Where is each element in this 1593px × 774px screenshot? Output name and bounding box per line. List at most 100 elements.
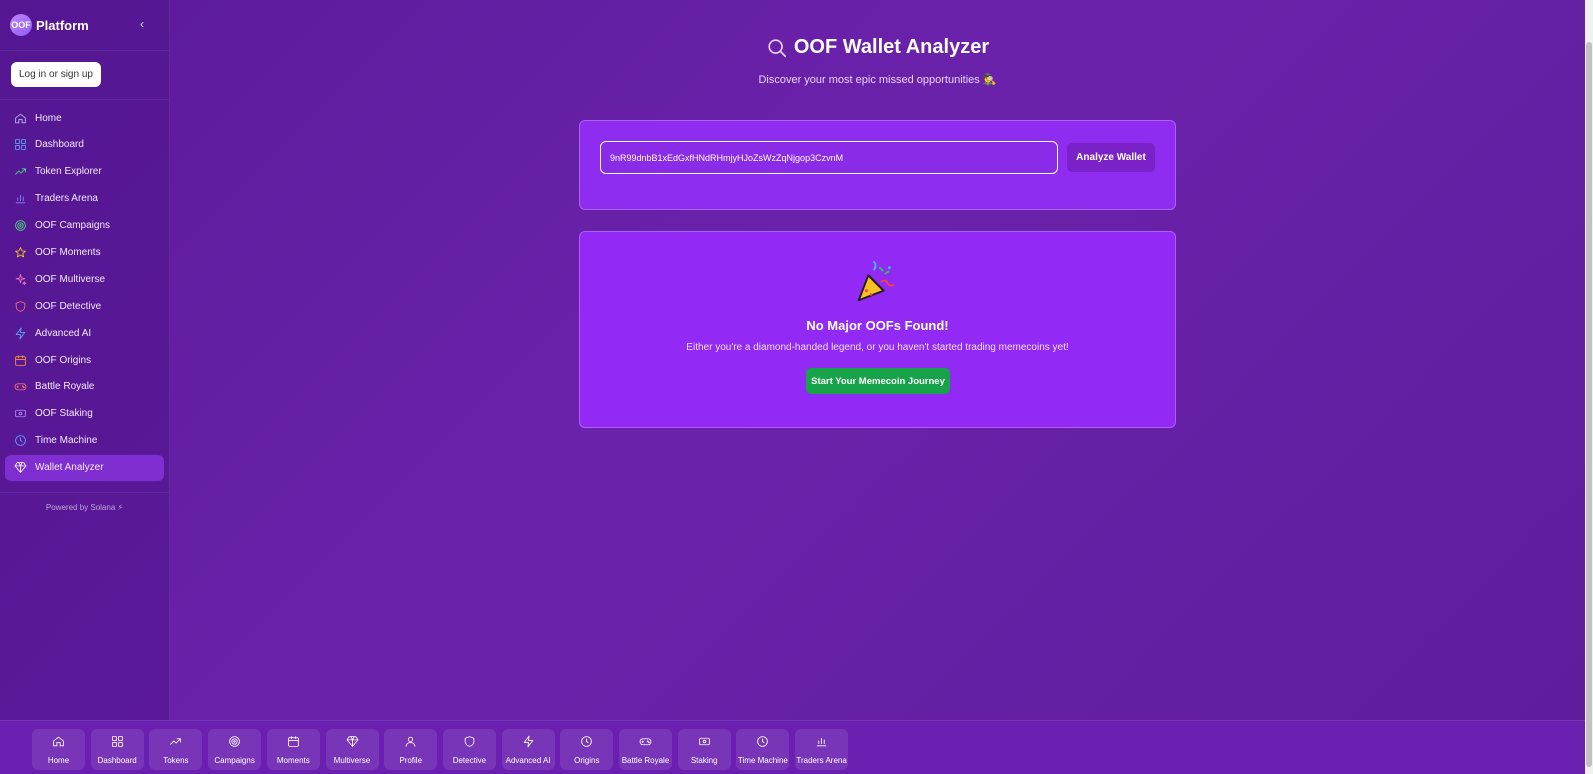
bottom-nav-label: Advanced AI: [505, 755, 551, 765]
sidebar-item-wallet-analyzer[interactable]: Wallet Analyzer: [5, 454, 164, 481]
clock-icon: [756, 735, 769, 753]
sidebar-item-oof-moments[interactable]: OOF Moments: [5, 239, 164, 265]
target-icon: [228, 735, 241, 753]
home-icon: [52, 735, 65, 753]
bottom-nav-dashboard[interactable]: Dashboard: [90, 729, 144, 770]
bottom-nav-label: Home: [47, 755, 70, 765]
bottom-nav-campaigns[interactable]: Campaigns: [208, 729, 262, 770]
page-title: OOF Wallet Analyzer: [793, 36, 990, 58]
bottom-nav-time-machine[interactable]: Time Machine: [736, 729, 790, 770]
sidebar-item-label: Wallet Analyzer: [35, 462, 104, 474]
clock-icon: [580, 735, 593, 753]
bottom-nav-origins[interactable]: Origins: [560, 729, 614, 770]
bottom-nav-advanced-ai[interactable]: Advanced AI: [501, 729, 555, 770]
star-icon: [13, 245, 27, 259]
bottom-nav-tokens[interactable]: Tokens: [149, 729, 203, 770]
bottom-nav-label: Traders Arena: [796, 755, 847, 765]
bottom-nav-label: Origins: [574, 755, 600, 765]
analyze-wallet-button[interactable]: Analyze Wallet: [1067, 143, 1155, 172]
sidebar-item-label: Dashboard: [35, 139, 84, 151]
sidebar-item-label: Time Machine: [35, 435, 98, 447]
sidebar-item-label: Advanced AI: [35, 327, 92, 339]
gem-icon: [346, 735, 359, 753]
bottom-nav-staking[interactable]: Staking: [677, 729, 731, 770]
home-icon: [13, 111, 27, 125]
sidebar: OOF Platform ‹ Log in or sign up Home Das…: [0, 0, 170, 720]
results-card: No Major OOFs Found! Either you're a dia…: [579, 231, 1176, 428]
empty-state-description: Either you're a diamond-handed legend, o…: [686, 342, 1069, 353]
bottom-nav-multiverse[interactable]: Multiverse: [325, 729, 379, 770]
sidebar-item-label: Home: [35, 112, 62, 124]
sidebar-item-oof-staking[interactable]: OOF Staking: [5, 401, 164, 427]
bottom-nav-label: Time Machine: [737, 755, 788, 765]
sidebar-item-dashboard[interactable]: Dashboard: [5, 132, 164, 158]
bottom-nav-label: Staking: [690, 755, 718, 765]
gamepad-icon: [13, 380, 27, 394]
empty-state-title: No Major OOFs Found!: [806, 318, 949, 333]
collapse-sidebar-icon[interactable]: ‹: [140, 17, 144, 31]
sidebar-item-advanced-ai[interactable]: Advanced AI: [5, 320, 164, 346]
bottom-nav-profile[interactable]: Profile: [384, 729, 438, 770]
sidebar-item-oof-campaigns[interactable]: OOF Campaigns: [5, 213, 164, 239]
sidebar-item-traders-arena[interactable]: Traders Arena: [5, 186, 164, 212]
shield-icon: [463, 735, 476, 753]
logo: OOF: [10, 14, 32, 36]
wallet-address-input[interactable]: [600, 141, 1058, 174]
sidebar-item-label: OOF Detective: [35, 300, 102, 312]
sidebar-item-oof-origins[interactable]: OOF Origins: [5, 347, 164, 373]
bar-chart-icon: [13, 192, 27, 206]
bar-chart-icon: [815, 735, 828, 753]
zap-icon: [13, 326, 27, 340]
trending-up-icon: [169, 735, 182, 753]
sidebar-item-label: OOF Multiverse: [35, 273, 106, 285]
sparkles-icon: [13, 272, 27, 286]
sidebar-item-time-machine[interactable]: Time Machine: [5, 428, 164, 454]
bottom-nav-traders-arena[interactable]: Traders Arena: [795, 729, 849, 770]
bottom-nav-label: Moments: [276, 755, 310, 765]
main-content: OOF Wallet Analyzer Discover your most e…: [170, 0, 1585, 720]
coins-icon: [13, 407, 27, 421]
trending-up-icon: [13, 165, 27, 179]
page-subtitle: Discover your most epic missed opportuni…: [758, 74, 997, 86]
party-popper-icon: [857, 260, 895, 302]
start-journey-button[interactable]: Start Your Memecoin Journey: [806, 368, 950, 394]
gamepad-icon: [639, 735, 652, 753]
sidebar-item-label: OOF Moments: [35, 246, 101, 258]
sidebar-item-label: OOF Campaigns: [35, 220, 111, 232]
dashboard-icon: [13, 138, 27, 152]
bottom-nav-moments[interactable]: Moments: [266, 729, 320, 770]
user-icon: [404, 735, 417, 753]
bottom-nav-detective[interactable]: Detective: [442, 729, 496, 770]
bottom-nav-label: Detective: [452, 755, 487, 765]
page-header: OOF Wallet Analyzer: [170, 36, 1585, 59]
login-signup-button[interactable]: Log in or sign up: [11, 62, 101, 87]
sidebar-item-oof-detective[interactable]: OOF Detective: [5, 293, 164, 319]
sidebar-item-label: Token Explorer: [35, 166, 102, 178]
sidebar-item-oof-multiverse[interactable]: OOF Multiverse: [5, 266, 164, 292]
sidebar-item-token-explorer[interactable]: Token Explorer: [5, 159, 164, 185]
sidebar-item-label: OOF Origins: [35, 354, 92, 366]
bottom-nav-battle-royale[interactable]: Battle Royale: [619, 729, 672, 770]
sidebar-item-label: Battle Royale: [35, 381, 95, 393]
auth-section: Log in or sign up: [0, 50, 169, 100]
brand-name: Platform: [36, 17, 89, 33]
calendar-icon: [287, 735, 300, 753]
sidebar-nav: Home Dashboard Token Explorer Traders Arena…: [0, 100, 169, 486]
sidebar-item-label: Traders Arena: [35, 193, 98, 205]
scrollbar[interactable]: [1585, 0, 1593, 774]
bottom-nav-label: Multiverse: [333, 755, 371, 765]
scrollbar-thumb[interactable]: [1586, 42, 1592, 767]
coins-icon: [698, 735, 711, 753]
bottom-nav-label: Campaigns: [214, 755, 255, 765]
powered-by: Powered by Solana ⚡: [0, 492, 169, 512]
shield-icon: [13, 299, 27, 313]
sidebar-item-battle-royale[interactable]: Battle Royale: [5, 374, 164, 400]
bottom-nav-home[interactable]: Home: [32, 729, 85, 770]
search-icon: [768, 38, 786, 57]
bottom-nav-label: Profile: [399, 755, 423, 765]
bottom-nav-label: Battle Royale: [621, 755, 670, 765]
gem-icon: [13, 461, 27, 475]
sidebar-item-home[interactable]: Home: [5, 105, 164, 131]
bottom-nav-label: Tokens: [163, 755, 189, 765]
bottom-nav: Home Dashboard Tokens Campaigns Moments Multi…: [0, 720, 1585, 774]
